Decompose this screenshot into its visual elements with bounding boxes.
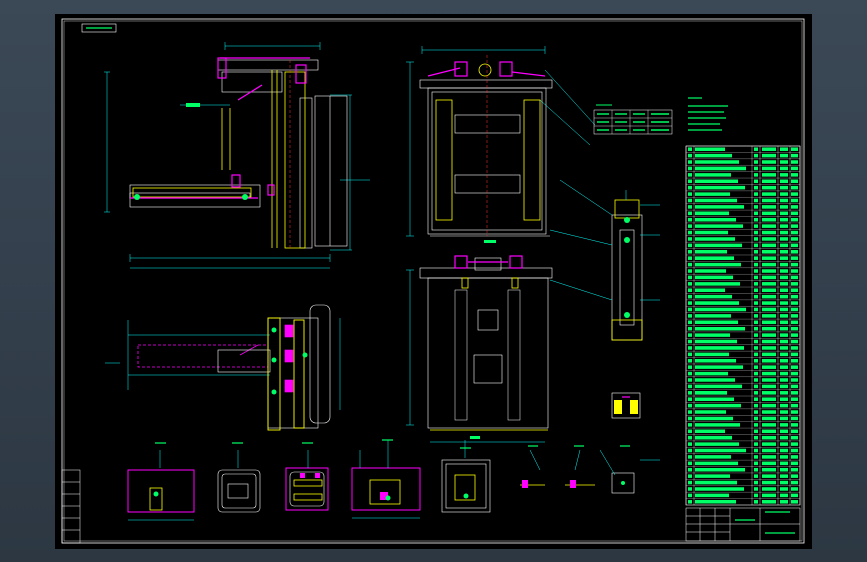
tech-notes [688,97,728,131]
lower-elevation-view [406,255,553,443]
clamp-detail [611,392,641,419]
title-block [685,507,801,542]
cad-drawing [61,18,805,544]
side-elevation-view [104,42,370,269]
side-detail-view [549,179,660,341]
title-block-marks [735,511,795,534]
section-views-row [127,439,660,521]
spec-table [593,104,673,135]
drawing-tag [81,23,117,33]
revision-block [61,469,81,544]
bill-of-materials-table [685,145,801,506]
front-elevation-view [406,46,596,243]
plan-view [105,304,341,431]
